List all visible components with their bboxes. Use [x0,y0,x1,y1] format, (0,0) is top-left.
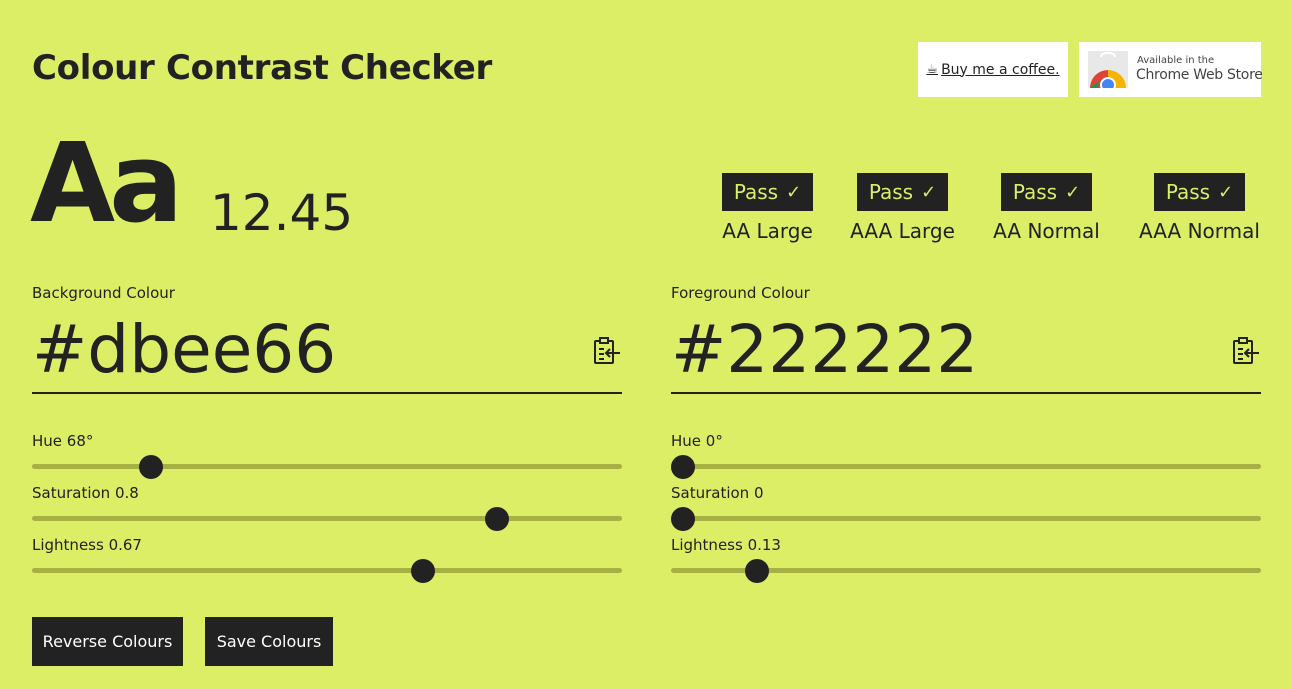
bg-saturation-label: Saturation 0.8 [32,484,139,502]
pass-badge-aaa-normal: Pass ✓ [1154,173,1245,211]
store-badge-name: Chrome Web Store [1136,67,1263,83]
chrome-web-store-badge[interactable]: Available in the Chrome Web Store [1079,42,1263,97]
fg-saturation-label: Saturation 0 [671,484,764,502]
bg-lightness-slider-thumb[interactable] [411,559,436,583]
fg-saturation-slider-track[interactable] [671,516,1261,521]
fg-hue-slider-thumb[interactable] [671,455,695,479]
pass-badge-aa-normal: Pass ✓ [1001,173,1092,211]
reverse-colours-button[interactable]: Reverse Colours [32,617,183,666]
buy-coffee-link[interactable]: ☕ Buy me a coffee. [918,42,1068,97]
clipboard-paste-icon[interactable] [1231,336,1261,366]
clipboard-paste-icon[interactable] [592,336,622,366]
bg-hue-slider-track[interactable] [32,464,622,469]
bg-lightness-slider-track[interactable] [32,568,622,573]
bg-saturation-slider-track[interactable] [32,516,622,521]
fg-hue-slider-track[interactable] [671,464,1261,469]
chrome-store-icon [1088,51,1128,88]
check-icon: ✓ [1065,181,1081,203]
pass-badge-text: Pass [1165,180,1211,204]
level-label-aa-normal: AA Normal [993,219,1100,243]
background-hex-input[interactable] [32,306,622,394]
pass-badge-text: Pass [733,180,779,204]
page-title: Colour Contrast Checker [32,48,492,88]
check-icon: ✓ [921,181,937,203]
fg-lightness-slider-thumb[interactable] [744,559,769,583]
sample-text: Aa [30,119,183,247]
level-label-aaa-large: AAA Large [850,219,955,243]
bg-hue-label: Hue 68° [32,432,94,450]
buy-coffee-label: Buy me a coffee. [941,61,1060,78]
check-icon: ✓ [1218,181,1234,203]
fg-saturation-slider-thumb[interactable] [671,507,695,531]
store-badge-caption: Available in the [1137,55,1215,66]
bg-saturation-slider-thumb[interactable] [484,507,509,531]
coffee-cup-icon: ☕ [926,62,939,77]
pass-badge-text: Pass [868,180,914,204]
level-label-aaa-normal: AAA Normal [1139,219,1260,243]
level-label-aa-large: AA Large [722,219,813,243]
pass-badge-aaa-large: Pass ✓ [857,173,948,211]
check-icon: ✓ [786,181,802,203]
pass-badge-aa-large: Pass ✓ [722,173,813,211]
fg-lightness-label: Lightness 0.13 [671,536,781,554]
contrast-ratio: 12.45 [210,184,354,242]
pass-badge-text: Pass [1012,180,1058,204]
background-colour-label: Background Colour [32,284,175,302]
save-colours-button[interactable]: Save Colours [205,617,333,666]
bg-hue-slider-thumb[interactable] [138,455,163,479]
foreground-colour-label: Foreground Colour [671,284,810,302]
fg-hue-label: Hue 0° [671,432,723,450]
bg-lightness-label: Lightness 0.67 [32,536,142,554]
foreground-hex-input[interactable] [671,306,1261,394]
